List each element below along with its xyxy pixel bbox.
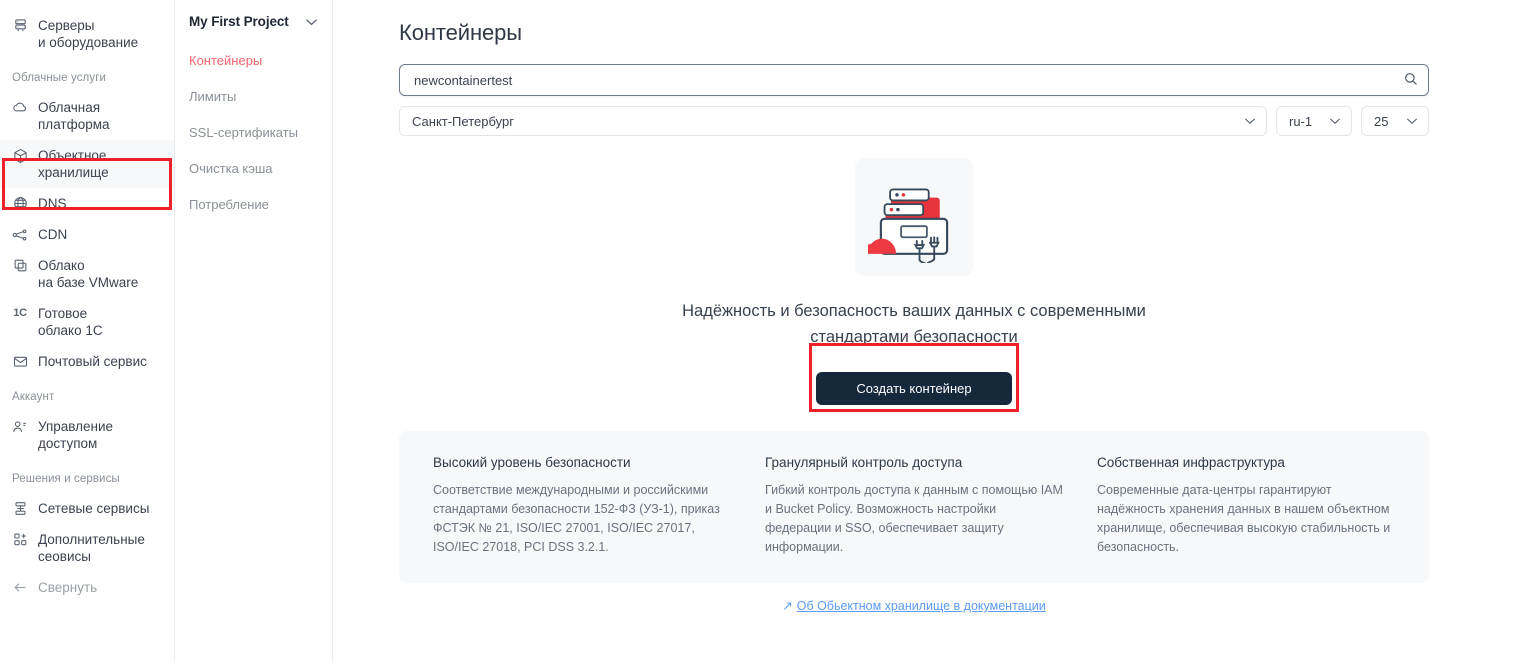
sidebar-item-access-management[interactable]: Управление доступом [0,411,174,459]
documentation-link[interactable]: Об Обьектном хранилище в документации [797,599,1046,613]
project-sidebar: My First Project Контейнеры Лимиты SSL-с… [175,0,333,661]
feature-card: Гранулярный контроль доступа Гибкий конт… [765,455,1063,557]
sidebar-item-label: DNS [38,196,67,211]
features-panel: Высокий уровень безопасности Соответстви… [399,431,1429,583]
cdn-icon [12,226,28,243]
subnav-item-cache-purge[interactable]: Очистка кэша [189,155,332,182]
sidebar-item-mail-service[interactable]: Почтовый сервис [0,346,174,377]
sidebar-item-vmware-cloud[interactable]: Облако на базе VMware [0,250,174,298]
subnav-item-consumption[interactable]: Потребление [189,191,332,218]
external-link-arrow-icon: ↗ [782,599,793,613]
empty-state-headline: Надёжность и безопасность ваших данных с… [682,302,1146,346]
documentation-link-row: ↗ Об Обьектном хранилище в документации [399,598,1429,613]
chevron-down-icon [1406,117,1418,125]
cube-icon [12,147,28,164]
subnav-item-containers[interactable]: Контейнеры [189,47,332,74]
sidebar-item-1c-cloud[interactable]: 1C Готовое облако 1С [0,298,174,346]
arrow-left-icon [12,579,28,596]
storage-illustration [855,158,973,276]
filters-row: Санкт-Петербург ru-1 25 [399,106,1429,136]
feature-title: Гранулярный контроль доступа [765,455,963,470]
app-root: Серверы и оборудование Облачные услуги О… [0,0,1525,661]
chevron-down-icon [1244,117,1256,125]
1c-icon: 1C [13,307,27,319]
subnav-item-ssl-certificates[interactable]: SSL-сертификаты [189,119,332,146]
sidebar-item-object-storage[interactable]: Объектное хранилище [0,140,174,188]
sidebar-collapse-label: Свернуть [38,580,98,595]
sidebar-item-label: Сетевые сервисы [38,501,150,516]
project-selector[interactable]: My First Project [189,14,332,29]
sidebar-item-cloud-platform[interactable]: Облачная платформа [0,92,174,140]
sidebar-item-label: Управление доступом [38,419,114,451]
cloud-icon [12,99,28,116]
feature-card: Высокий уровень безопасности Соответстви… [433,455,731,557]
search-box[interactable] [399,64,1429,96]
search-input[interactable] [412,71,1394,89]
chevron-down-icon [305,18,318,26]
main-content: Контейнеры Санкт-Петербург [333,0,1525,661]
empty-state: Надёжность и безопасность ваших данных с… [399,158,1429,412]
search-row [399,64,1429,96]
sidebar-item-cdn[interactable]: CDN [0,219,174,250]
page-size-select[interactable]: 25 [1361,106,1429,136]
sidebar-collapse-button[interactable]: Свернуть [0,572,174,603]
chevron-down-icon [1329,117,1341,125]
sidebar-item-dns[interactable]: DNS [0,188,174,219]
feature-text: Соответствие международными и российским… [433,483,720,554]
network-icon [12,500,28,517]
region-select[interactable]: Санкт-Петербург [399,106,1267,136]
sidebar-item-label: Облачная платформа [38,100,110,132]
feature-title: Собственная инфраструктура [1097,455,1285,470]
feature-title: Высокий уровень безопасности [433,455,631,470]
sidebar-item-label: Готовое облако 1С [38,306,103,338]
sidebar-item-label: Облако на базе VMware [38,258,139,290]
sidebar-group-cloud-services: Облачные услуги [12,72,107,84]
create-container-wrapper: Создать контейнер [809,343,1019,412]
sidebar-item-label: Серверы и оборудование [38,18,139,50]
sidebar-item-label: CDN [38,227,68,242]
sidebar-item-additional-services[interactable]: Дополнительные сеовисы [0,524,174,572]
zone-select-value: ru-1 [1289,113,1313,129]
users-icon [12,418,28,435]
create-container-button[interactable]: Создать контейнер [816,372,1012,405]
sidebar-group-solutions: Решения и сервисы [12,473,120,485]
zone-select[interactable]: ru-1 [1276,106,1352,136]
subnav-item-limits[interactable]: Лимиты [189,83,332,110]
sidebar-item-label: Почтовый сервис [38,354,147,369]
sidebar-item-label: Дополнительные сеовисы [38,532,145,564]
sidebar-item-servers[interactable]: Серверы и оборудование [0,10,174,58]
feature-text: Современные дата-центры гарантируют надё… [1097,483,1391,554]
sidebar-group-account: Аккаунт [12,391,55,403]
feature-card: Собственная инфраструктура Современные д… [1097,455,1395,557]
feature-text: Гибкий контроль доступа к данным с помощ… [765,483,1063,554]
region-select-value: Санкт-Петербург [412,113,514,129]
copy-icon [12,257,28,274]
globe-icon [12,195,28,212]
server-icon [12,17,28,34]
search-icon[interactable] [1404,72,1418,91]
sidebar-item-label: Объектное хранилище [38,148,109,180]
mail-icon [12,353,28,370]
sidebar-item-network-services[interactable]: Сетевые сервисы [0,493,174,524]
project-name: My First Project [189,14,289,29]
primary-sidebar: Серверы и оборудование Облачные услуги О… [0,0,175,661]
page-title: Контейнеры [399,20,522,45]
page-size-value: 25 [1374,113,1389,129]
grid-plus-icon [12,531,28,548]
